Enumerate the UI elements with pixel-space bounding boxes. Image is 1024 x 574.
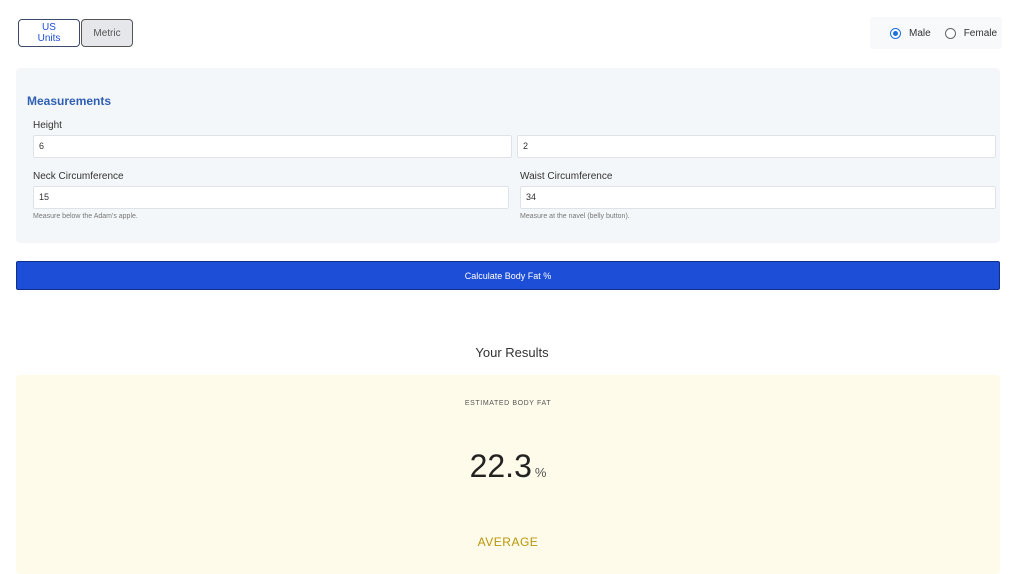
- neck-input[interactable]: 15: [33, 186, 509, 209]
- results-title: Your Results: [475, 345, 549, 360]
- female-option[interactable]: Female: [944, 27, 998, 39]
- metric-button[interactable]: Metric: [81, 19, 133, 47]
- body-fat-value: 22.3: [469, 448, 532, 484]
- waist-hint: Measure at the navel (belly button).: [520, 213, 630, 220]
- gender-selector: Male Female: [870, 17, 1002, 49]
- male-option[interactable]: Male: [890, 27, 931, 39]
- body-fat-category: AVERAGE: [477, 535, 539, 549]
- us-units-button[interactable]: US Units: [18, 19, 80, 47]
- neck-label: Neck Circumference: [33, 171, 124, 182]
- waist-input[interactable]: 34: [520, 186, 996, 209]
- measurements-title: Measurements: [27, 94, 112, 108]
- measurements-panel: Measurements Height 6 2 Neck Circumferen…: [16, 68, 1000, 243]
- waist-label: Waist Circumference: [520, 171, 613, 182]
- unit-toggle: US Units Metric: [18, 19, 133, 47]
- height-inches-input[interactable]: 2: [517, 135, 996, 158]
- results-panel: ESTIMATED BODY FAT 22.3% AVERAGE: [16, 375, 1000, 574]
- female-label: Female: [963, 27, 998, 39]
- height-feet-input[interactable]: 6: [33, 135, 512, 158]
- neck-hint: Measure below the Adam's apple.: [33, 213, 138, 220]
- female-radio[interactable]: [944, 27, 956, 39]
- calculate-button[interactable]: Calculate Body Fat %: [16, 261, 1000, 290]
- body-fat-unit: %: [534, 465, 547, 480]
- body-fat-result: 22.3%: [16, 448, 1000, 485]
- height-label: Height: [33, 120, 62, 131]
- male-radio[interactable]: [890, 27, 901, 39]
- estimated-body-fat-label: ESTIMATED BODY FAT: [464, 400, 552, 407]
- male-label: Male: [909, 27, 931, 39]
